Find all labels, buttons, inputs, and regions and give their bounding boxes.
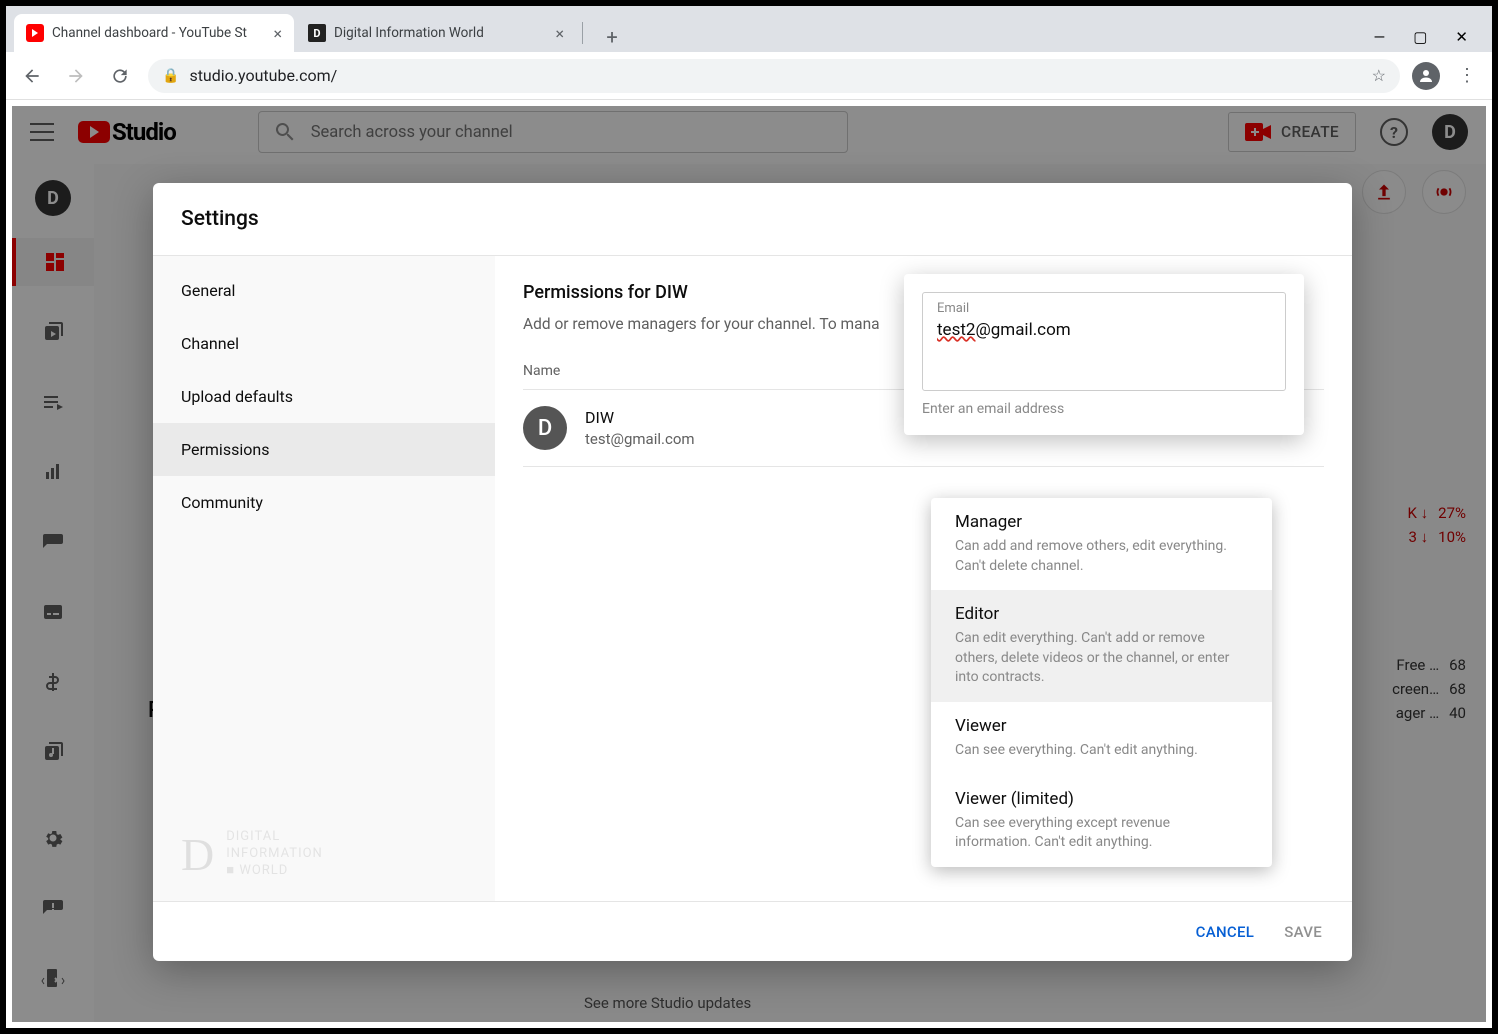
forward-button[interactable] — [60, 60, 92, 92]
settings-tab-general[interactable]: General — [153, 264, 495, 317]
browser-tab-inactive[interactable]: D Digital Information World × — [296, 14, 576, 52]
diw-watermark: D DIGITAL INFORMATION ■ WORLD — [181, 828, 323, 881]
close-window-icon[interactable]: ✕ — [1455, 28, 1468, 46]
email-label: Email — [937, 301, 1271, 316]
back-button[interactable] — [16, 60, 48, 92]
settings-tab-channel[interactable]: Channel — [153, 317, 495, 370]
user-name: DIW — [585, 408, 695, 427]
email-input-box[interactable]: Email test2@gmail.com — [922, 292, 1286, 391]
browser-toolbar: 🔒 studio.youtube.com/ ☆ ⋮ — [6, 52, 1492, 100]
cancel-button[interactable]: CANCEL — [1196, 923, 1255, 941]
diw-favicon: D — [308, 24, 326, 42]
dialog-footer: CANCEL SAVE — [153, 901, 1352, 961]
lock-icon: 🔒 — [162, 68, 179, 84]
browser-tab-active[interactable]: Channel dashboard - YouTube St × — [14, 14, 294, 52]
role-option-editor[interactable]: Editor Can edit everything. Can't add or… — [931, 590, 1272, 702]
tab-title: Channel dashboard - YouTube St — [52, 25, 247, 41]
role-dropdown: Manager Can add and remove others, edit … — [931, 498, 1272, 867]
minimize-icon[interactable]: — — [1374, 28, 1386, 46]
settings-tab-upload-defaults[interactable]: Upload defaults — [153, 370, 495, 423]
chrome-menu-icon[interactable]: ⋮ — [1452, 65, 1482, 86]
settings-tab-permissions[interactable]: Permissions — [153, 423, 495, 476]
role-option-viewer[interactable]: Viewer Can see everything. Can't edit an… — [931, 702, 1272, 775]
email-value: test2@gmail.com — [937, 320, 1271, 340]
tab-title: Digital Information World — [334, 25, 484, 41]
new-tab-button[interactable]: + — [597, 22, 627, 52]
settings-tab-community[interactable]: Community — [153, 476, 495, 529]
dialog-title: Settings — [153, 183, 1352, 256]
user-email: test@gmail.com — [585, 430, 695, 448]
close-tab-icon[interactable]: × — [273, 24, 282, 43]
role-option-viewer-limited[interactable]: Viewer (limited) Can see everything exce… — [931, 775, 1272, 867]
reload-button[interactable] — [104, 60, 136, 92]
url-text: studio.youtube.com/ — [189, 66, 337, 85]
email-hint: Enter an email address — [922, 401, 1286, 417]
bookmark-star-icon[interactable]: ☆ — [1372, 66, 1386, 85]
chrome-profile-avatar[interactable] — [1412, 62, 1440, 90]
role-option-manager[interactable]: Manager Can add and remove others, edit … — [931, 498, 1272, 590]
tab-separator — [582, 22, 583, 44]
save-button[interactable]: SAVE — [1284, 923, 1322, 941]
close-tab-icon[interactable]: × — [555, 24, 564, 43]
settings-sidebar: General Channel Upload defaults Permissi… — [153, 256, 495, 901]
user-avatar: D — [523, 406, 567, 450]
maximize-icon[interactable]: ▢ — [1413, 28, 1427, 46]
invite-popover: Email test2@gmail.com Enter an email add… — [904, 274, 1304, 435]
browser-tabstrip: Channel dashboard - YouTube St × D Digit… — [6, 6, 1492, 52]
youtube-favicon — [26, 24, 44, 42]
address-bar[interactable]: 🔒 studio.youtube.com/ ☆ — [148, 59, 1400, 93]
